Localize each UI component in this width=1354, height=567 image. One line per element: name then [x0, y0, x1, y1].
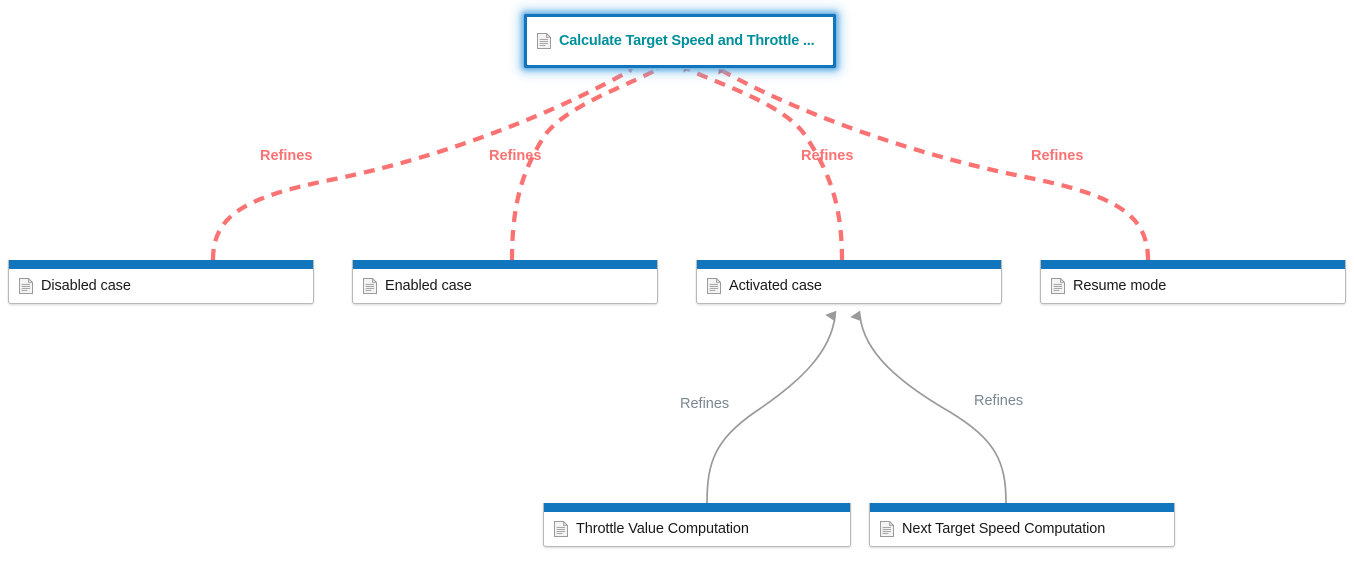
- node-body: Disabled case: [9, 269, 313, 303]
- node-label: Calculate Target Speed and Throttle ...: [559, 33, 815, 49]
- node-activated-case[interactable]: Activated case: [696, 260, 1002, 304]
- node-label: Throttle Value Computation: [576, 521, 749, 537]
- edge-path-nexttarget-to-activated: [850, 310, 1007, 504]
- node-throttle-value-computation[interactable]: Throttle Value Computation: [543, 503, 851, 547]
- document-icon: [537, 33, 551, 49]
- edge-label-refines-activated: Refines: [801, 148, 854, 164]
- document-icon: [19, 278, 33, 294]
- node-body: Enabled case: [353, 269, 657, 303]
- document-icon: [363, 278, 377, 294]
- diagram-canvas: Refines Refines Refines Refines Refines …: [0, 0, 1354, 567]
- document-icon: [554, 521, 568, 537]
- node-header-bar: [1041, 260, 1345, 269]
- node-header-bar: [353, 260, 657, 269]
- node-label: Enabled case: [385, 278, 472, 294]
- edge-label-refines-disabled: Refines: [260, 148, 313, 164]
- document-icon: [707, 278, 721, 294]
- node-resume-mode[interactable]: Resume mode: [1040, 260, 1346, 304]
- node-label: Resume mode: [1073, 278, 1167, 294]
- edge-label-refines-enabled: Refines: [489, 148, 542, 164]
- node-disabled-case[interactable]: Disabled case: [8, 260, 314, 304]
- node-body: Activated case: [697, 269, 1001, 303]
- document-icon: [1051, 278, 1065, 294]
- edge-label-refines-resume: Refines: [1031, 148, 1084, 164]
- document-icon: [880, 521, 894, 537]
- node-header-bar: [9, 260, 313, 269]
- edge-label-refines-nexttarget: Refines: [974, 393, 1024, 409]
- node-calculate-target-speed-and-throttle[interactable]: Calculate Target Speed and Throttle ...: [524, 14, 836, 68]
- node-label: Activated case: [729, 278, 822, 294]
- node-label: Disabled case: [41, 278, 131, 294]
- node-body: Resume mode: [1041, 269, 1345, 303]
- edge-path-activated-to-root: [683, 66, 845, 261]
- node-body: Next Target Speed Computation: [870, 512, 1174, 546]
- node-enabled-case[interactable]: Enabled case: [352, 260, 658, 304]
- node-label: Next Target Speed Computation: [902, 521, 1106, 537]
- edge-path-disabled-to-root: [210, 65, 634, 261]
- edge-label-refines-throttle: Refines: [680, 396, 730, 412]
- edge-path-resume-to-root: [718, 68, 1151, 261]
- node-header-bar: [870, 503, 1174, 512]
- node-next-target-speed-computation[interactable]: Next Target Speed Computation: [869, 503, 1175, 547]
- node-body: Throttle Value Computation: [544, 512, 850, 546]
- node-header-bar: [544, 503, 850, 512]
- node-header-bar: [697, 260, 1001, 269]
- edge-path-enabled-to-root: [509, 63, 662, 261]
